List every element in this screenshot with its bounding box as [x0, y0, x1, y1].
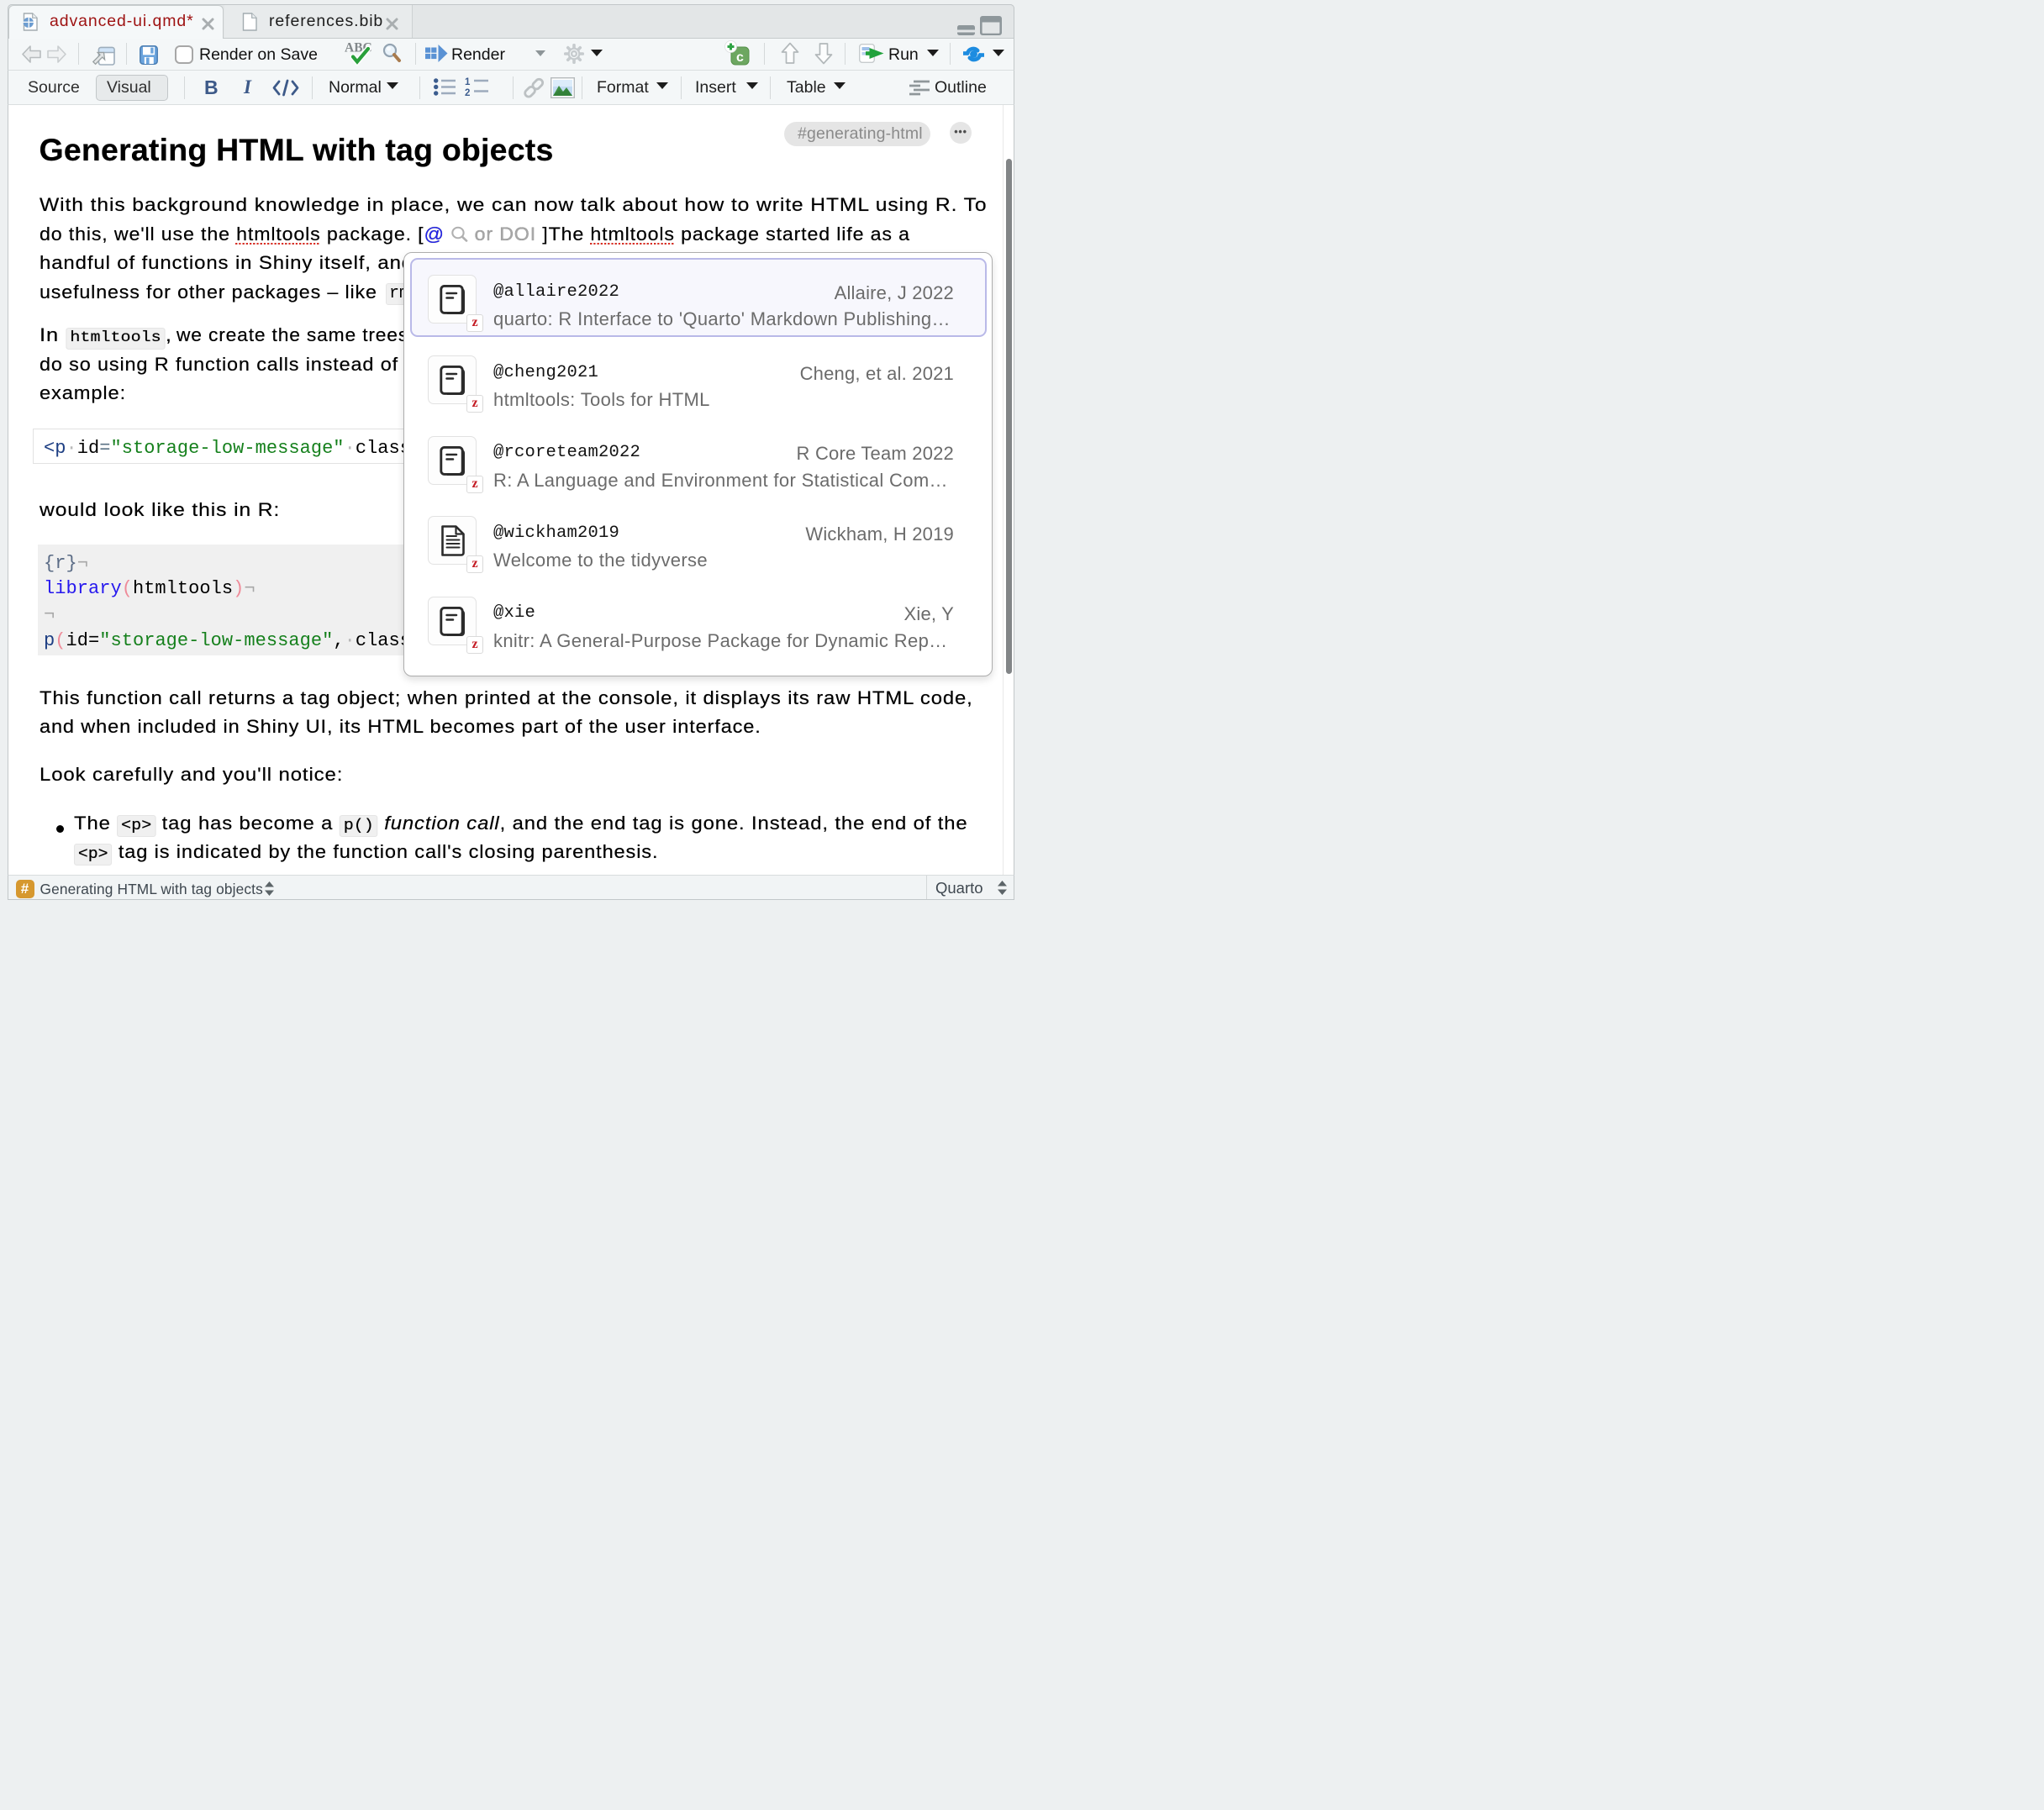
svg-text:c: c	[736, 50, 745, 66]
svg-text:2: 2	[465, 88, 470, 97]
svg-text:1: 1	[465, 77, 471, 87]
